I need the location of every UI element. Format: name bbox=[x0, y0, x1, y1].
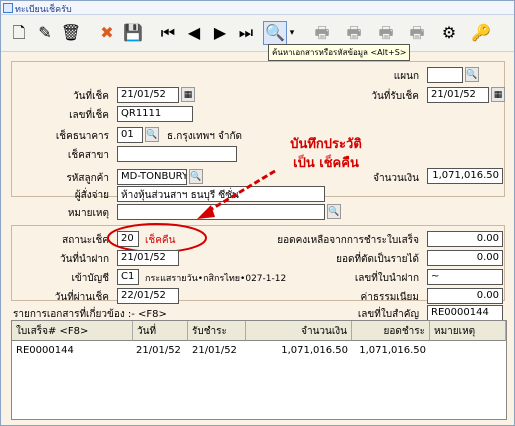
bank-label: เช็คธนาคาร bbox=[55, 131, 109, 142]
grid-header[interactable]: จำนวนเงิน bbox=[246, 321, 352, 341]
table-cell[interactable]: 1,071,016.50 bbox=[354, 345, 426, 356]
toolbar: 🗋 ✎ 🗑 ✖ 💾 ⏮ ◀ ▶ ⏭ 🔍 ▾ 🖶 🖶 🖶 🖶 ⚙ 🔑 bbox=[1, 16, 514, 52]
annotation-line2: เป็น เช็คคืน bbox=[293, 156, 359, 171]
branch-input[interactable] bbox=[427, 67, 463, 83]
search-tooltip: ค้นหาเอกสารหรือรหัสข้อมูล <Alt+S> bbox=[268, 44, 411, 61]
branch-label: แผนก bbox=[393, 71, 419, 82]
app-icon bbox=[3, 3, 13, 13]
bank-branch-input[interactable] bbox=[117, 146, 237, 162]
cheque-no-input[interactable]: QR1111 bbox=[117, 106, 193, 122]
search-icon[interactable]: 🔍 bbox=[263, 21, 287, 45]
deposit-date-label: วันที่นำฝาก bbox=[59, 254, 109, 265]
customer-code-label: รหัสลูกค้า bbox=[66, 173, 109, 184]
edit-icon[interactable]: ✎ bbox=[33, 21, 57, 45]
fee-label: ค่าธรรมเนียม bbox=[360, 292, 419, 303]
search-icon[interactable]: 🔍 bbox=[327, 204, 341, 219]
cheque-date-input[interactable]: 21/01/52 bbox=[117, 87, 179, 103]
table-cell[interactable]: 21/01/52 bbox=[136, 345, 181, 356]
title-bar: ทะเบียนเช็ครับ bbox=[1, 1, 514, 15]
ref-no-input[interactable]: RE0000144 bbox=[427, 305, 503, 321]
pass-date-label: วันที่ผ่านเช็ค bbox=[54, 292, 109, 303]
account-label: เข้าบัญชี bbox=[71, 273, 109, 284]
table-cell[interactable]: 21/01/52 bbox=[192, 345, 237, 356]
related-docs-grid[interactable]: ใบเสร็จ# <F8> วันที่ รับชำระ จำนวนเงิน ย… bbox=[11, 320, 507, 420]
deposit-no-label: เลขที่ใบนำฝาก bbox=[354, 273, 419, 284]
balance-input[interactable]: 0.00 bbox=[427, 231, 503, 247]
table-cell[interactable]: 1,071,016.50 bbox=[248, 345, 348, 356]
table-cell[interactable]: RE0000144 bbox=[16, 345, 74, 356]
next-icon[interactable]: ▶ bbox=[208, 21, 232, 45]
status-label: สถานะเช็ค bbox=[62, 235, 109, 246]
deposit-no-input[interactable]: ~ bbox=[427, 269, 503, 285]
save-icon[interactable]: 💾 bbox=[121, 21, 145, 45]
grid-header[interactable]: หมายเหตุ bbox=[430, 321, 506, 341]
receive-date-label: วันที่รับเช็ค bbox=[371, 91, 419, 102]
search-icon[interactable]: 🔍 bbox=[465, 67, 479, 82]
bank-branch-label: เช็คสาขา bbox=[67, 150, 109, 161]
deducted-label: ยอดที่ตัดเป็นรายได้ bbox=[336, 254, 419, 265]
amount-input[interactable]: 1,071,016.50 bbox=[427, 168, 503, 184]
annotation-arrow-icon bbox=[197, 169, 276, 219]
dropdown-icon[interactable]: ▾ bbox=[287, 21, 297, 45]
customer-code-input[interactable]: MD-TONBURY bbox=[117, 169, 187, 185]
calendar-icon[interactable]: ▦ bbox=[491, 87, 505, 102]
grid-header[interactable]: ใบเสร็จ# <F8> bbox=[12, 321, 133, 341]
bank-code-input[interactable]: 01 bbox=[117, 127, 143, 143]
cheque-no-label: เลขที่เช็ค bbox=[69, 110, 109, 121]
receive-date-input[interactable]: 21/01/52 bbox=[427, 87, 489, 103]
amount-label: จำนวนเงิน bbox=[373, 173, 419, 184]
note-label: หมายเหตุ bbox=[67, 208, 109, 219]
trash-icon[interactable]: 🗑 bbox=[59, 21, 83, 45]
pass-date-input[interactable]: 22/01/52 bbox=[117, 288, 179, 304]
new-icon[interactable]: 🗋 bbox=[7, 21, 31, 45]
fee-input[interactable]: 0.00 bbox=[427, 288, 503, 304]
settings-icon[interactable]: ⚙ bbox=[437, 21, 461, 45]
print-icon[interactable]: 🖶 bbox=[310, 21, 334, 45]
window-title: ทะเบียนเช็ครับ bbox=[15, 5, 72, 15]
last-icon[interactable]: ⏭ bbox=[234, 21, 258, 45]
cheque-register-window: ทะเบียนเช็ครับ 🗋 ✎ 🗑 ✖ 💾 ⏮ ◀ ▶ ⏭ 🔍 ▾ 🖶 🖶… bbox=[0, 0, 515, 426]
account-name: กระแสรายวัน•กสิกรไทย•027-1-12 bbox=[145, 274, 287, 284]
grid-header[interactable]: วันที่ bbox=[133, 321, 188, 341]
cheque-date-label: วันที่เช็ค bbox=[73, 91, 109, 102]
annotation-line1: บันทึกประวัติ bbox=[290, 137, 362, 152]
print-icon[interactable]: 🖶 bbox=[374, 21, 398, 45]
cancel-icon[interactable]: ✖ bbox=[95, 21, 119, 45]
account-code-input[interactable]: C1 bbox=[117, 269, 139, 285]
deducted-input[interactable]: 0.00 bbox=[427, 250, 503, 266]
first-icon[interactable]: ⏮ bbox=[156, 21, 180, 45]
grid-header[interactable]: รับชำระ bbox=[188, 321, 246, 341]
bank-name: ธ.กรุงเทพฯ จำกัด bbox=[167, 131, 243, 142]
grid-header[interactable]: ยอดชำระ bbox=[352, 321, 430, 341]
calendar-icon[interactable]: ▦ bbox=[181, 87, 195, 102]
print-icon[interactable]: 🖶 bbox=[342, 21, 366, 45]
key-icon[interactable]: 🔑 bbox=[469, 21, 493, 45]
balance-label: ยอดคงเหลือจากการชำระใบเสร็จ bbox=[277, 235, 419, 246]
prev-icon[interactable]: ◀ bbox=[182, 21, 206, 45]
search-icon[interactable]: 🔍 bbox=[145, 127, 159, 142]
deposit-date-input[interactable]: 21/01/52 bbox=[117, 250, 179, 266]
print-icon[interactable]: 🖶 bbox=[405, 21, 429, 45]
payer-label: ผู้สั่งจ่าย bbox=[74, 190, 109, 201]
